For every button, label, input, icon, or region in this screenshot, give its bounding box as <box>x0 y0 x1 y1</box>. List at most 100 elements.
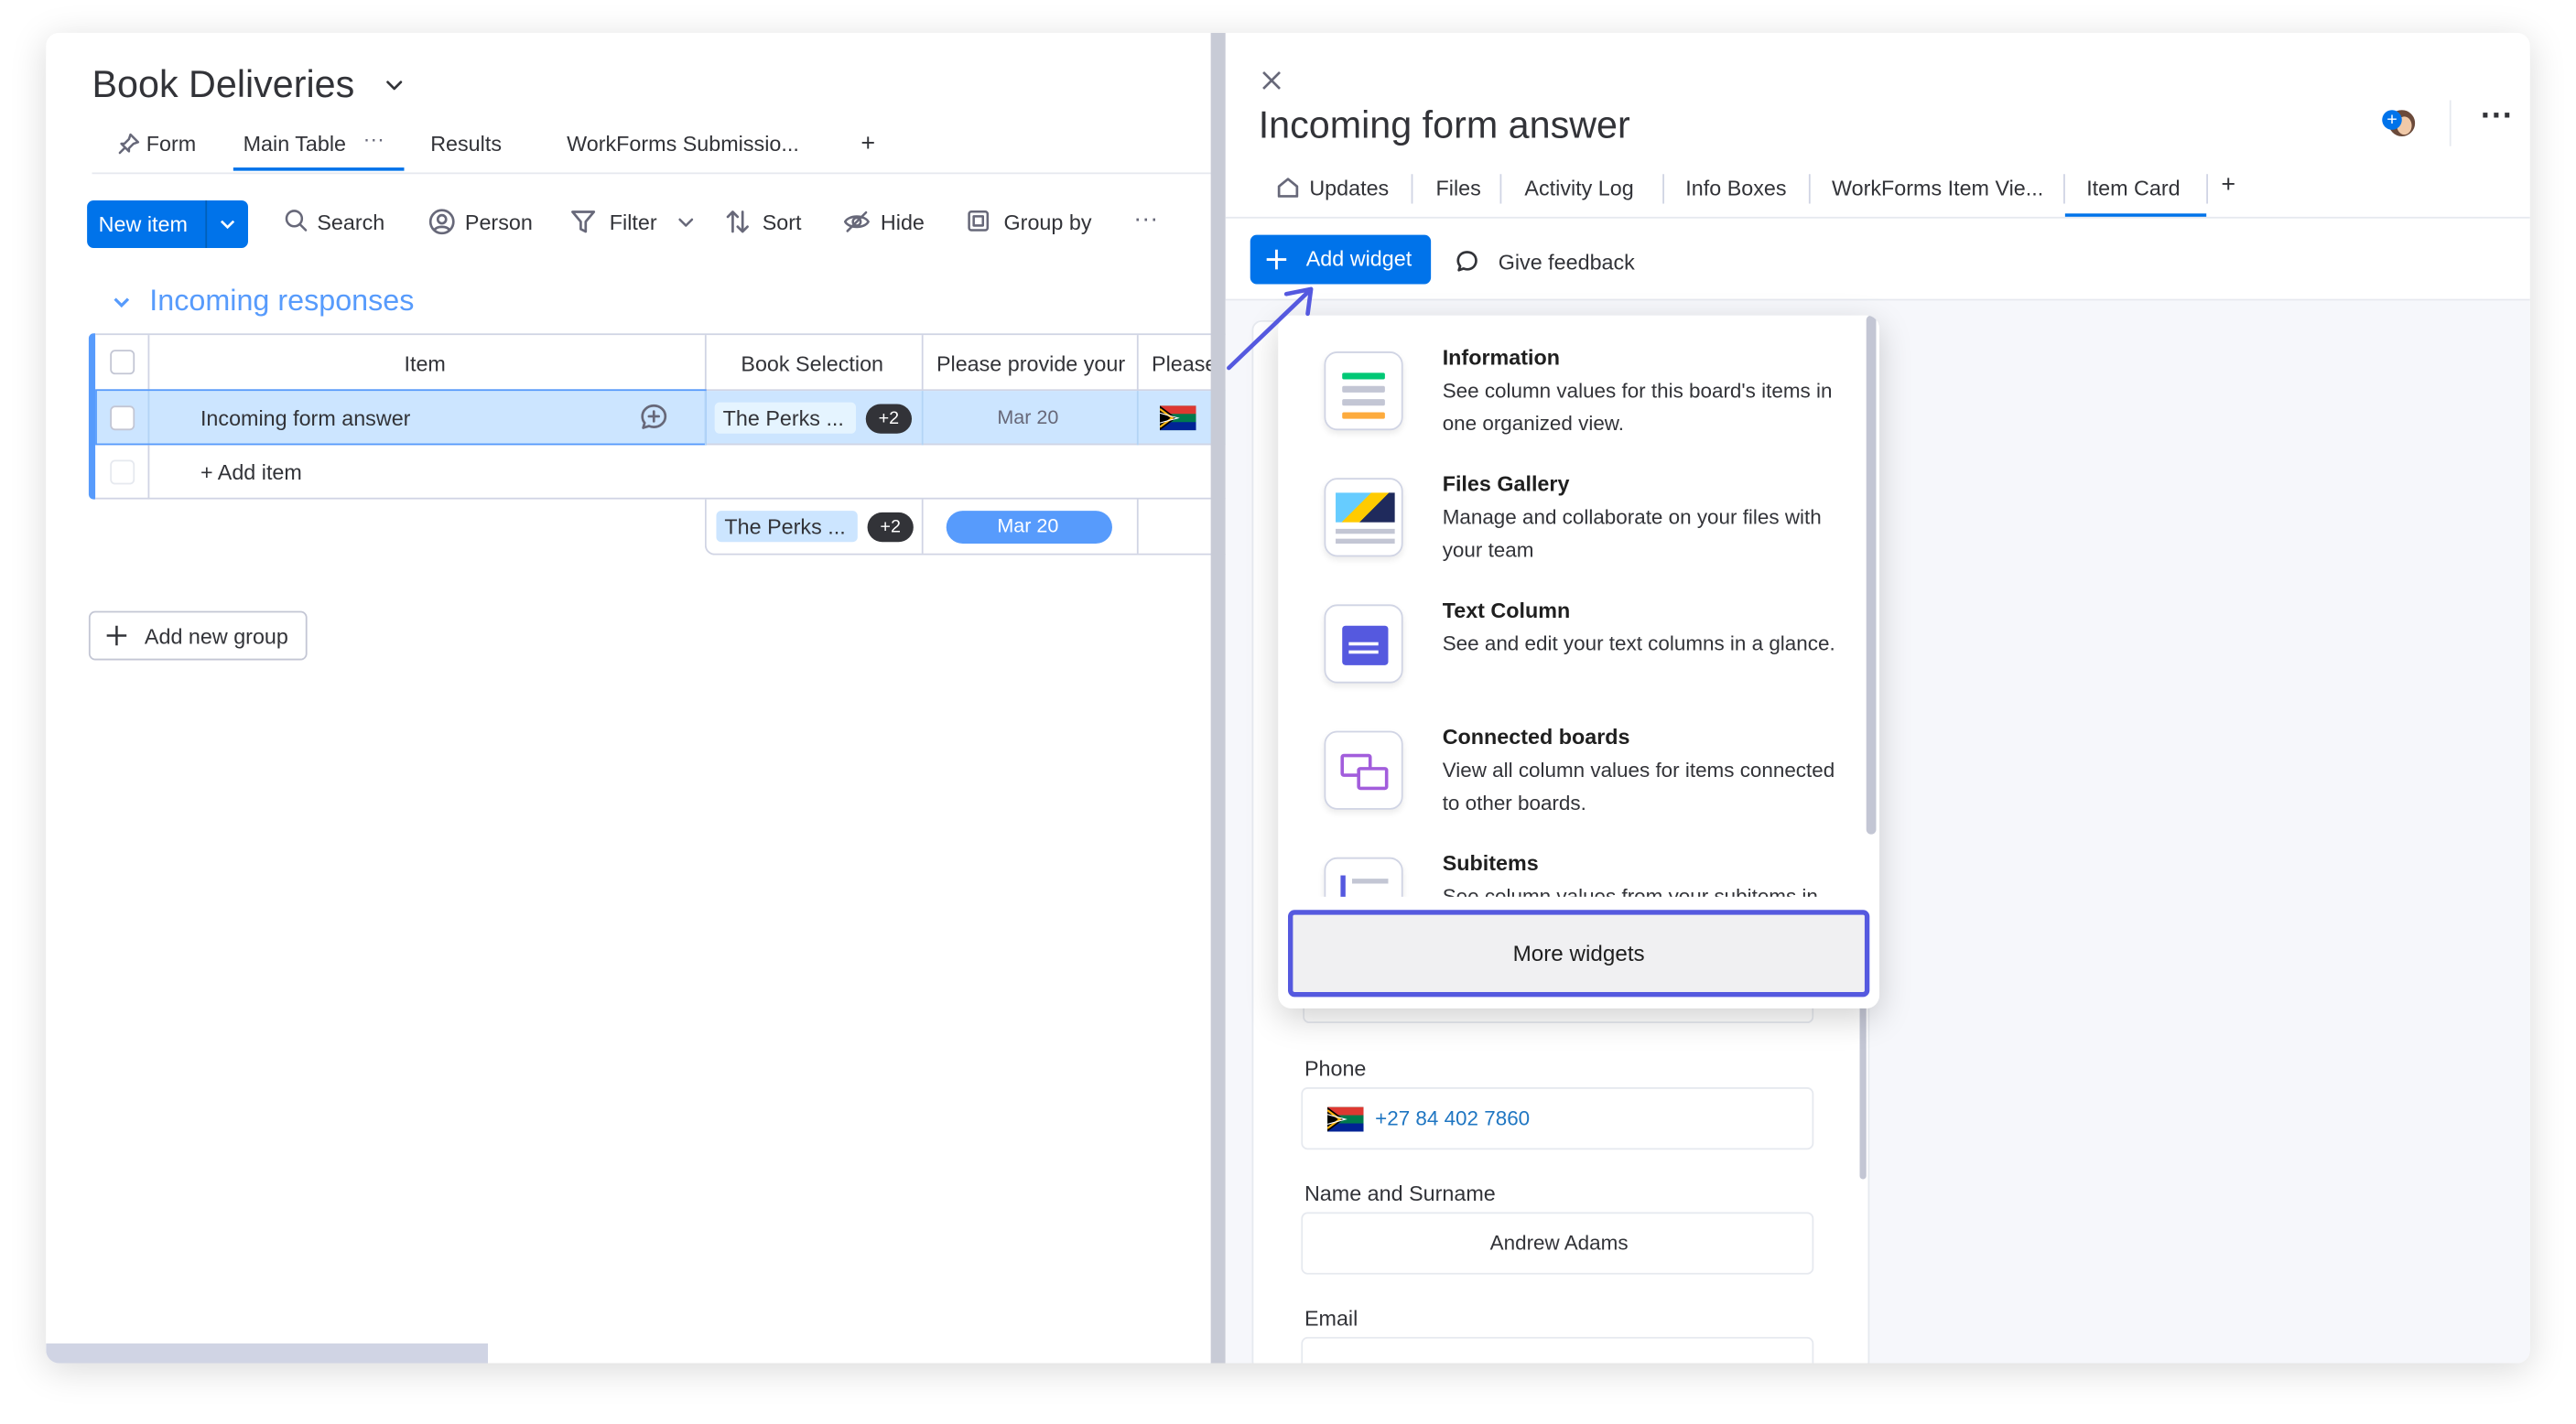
subscribe-plus-icon[interactable]: + <box>2382 110 2402 130</box>
widget-item-subitems[interactable]: Subitems See column values from your sub… <box>1278 841 1866 897</box>
col-divider <box>1136 499 1139 554</box>
add-new-group-button[interactable]: Add new group <box>88 610 308 661</box>
search-icon[interactable] <box>284 209 308 233</box>
more-actions-button[interactable]: ··· <box>1133 205 1158 233</box>
name-field[interactable]: Andrew Adams <box>1301 1212 1814 1275</box>
phone-value[interactable]: +27 84 402 7860 <box>1375 1107 1530 1130</box>
tab-separator <box>1662 174 1664 204</box>
widget-item-files-gallery[interactable]: Files Gallery Manage and collaborate on … <box>1278 461 1866 583</box>
email-field[interactable] <box>1301 1336 1814 1364</box>
widget-item-connected-boards[interactable]: Connected boards View all column values … <box>1278 715 1866 836</box>
widget-item-text-column[interactable]: Text Column See and edit your text colum… <box>1278 588 1866 709</box>
tab-workforms-item-view[interactable]: WorkForms Item Vie... <box>1832 176 2043 200</box>
add-tab-button[interactable]: + <box>2221 171 2235 200</box>
tab-separator <box>1411 174 1413 204</box>
tab-separator <box>2206 174 2208 204</box>
south-africa-flag-icon <box>1160 405 1196 431</box>
chevron-down-icon[interactable] <box>676 212 697 233</box>
hide-icon[interactable] <box>843 209 871 235</box>
add-widget-button[interactable]: Add widget <box>1250 234 1432 285</box>
add-item-button[interactable]: + Add item <box>200 459 302 484</box>
close-icon[interactable] <box>1260 69 1283 92</box>
dropdown-scrollbar[interactable] <box>1866 315 1877 835</box>
panel-menu-divider <box>2449 100 2452 146</box>
summary-book-extra-badge[interactable]: +2 <box>867 512 914 543</box>
app-window: Book Deliveries Form Main Table ··· Resu… <box>46 32 2530 1364</box>
book-selection-value: The Perks ... <box>722 405 844 431</box>
tab-form[interactable]: Form <box>146 132 196 156</box>
widget-desc: See and edit your text columns in a glan… <box>1442 631 1835 656</box>
search-button[interactable]: Search <box>317 210 384 235</box>
new-item-button[interactable]: New item <box>87 200 248 248</box>
pane-divider[interactable] <box>1210 32 1226 1364</box>
group-by-icon[interactable] <box>966 209 990 233</box>
sort-button[interactable]: Sort <box>763 210 802 235</box>
summary-book: The Perks ... <box>724 513 846 539</box>
tab-activity-log[interactable]: Activity Log <box>1524 176 1633 200</box>
group-title[interactable]: Incoming responses <box>149 284 414 318</box>
filter-button[interactable]: Filter <box>610 210 657 235</box>
widget-item-information[interactable]: Information See column values for this b… <box>1278 335 1866 457</box>
plus-icon <box>1265 248 1288 271</box>
person-button[interactable]: Person <box>465 210 533 235</box>
panel-more-icon[interactable]: ··· <box>2481 99 2514 136</box>
chevron-down-icon[interactable] <box>217 213 238 234</box>
more-widgets-button[interactable]: More widgets <box>1287 910 1870 998</box>
south-africa-flag-icon <box>1327 1106 1364 1132</box>
board-title[interactable]: Book Deliveries <box>92 62 354 106</box>
summary-date: Mar 20 <box>997 513 1059 537</box>
add-update-icon[interactable] <box>639 403 668 432</box>
widget-desc: View all column values for items connect… <box>1442 759 1835 815</box>
item-panel-title[interactable]: Incoming form answer <box>1259 103 1630 147</box>
column-header-book[interactable]: Book Selection <box>741 351 883 376</box>
chevron-down-icon[interactable] <box>110 291 133 314</box>
widgets-list: Information See column values for this b… <box>1278 316 1879 897</box>
group-by-button[interactable]: Group by <box>1004 210 1092 235</box>
text-doc-line <box>1348 650 1379 654</box>
name-value: Andrew Adams <box>1489 1231 1629 1256</box>
tab-more-icon[interactable]: ··· <box>363 126 384 151</box>
add-item-row[interactable]: + Add item <box>95 445 1229 500</box>
column-header-please[interactable]: Please <box>1152 351 1217 376</box>
info-bar-orange <box>1342 412 1385 419</box>
date-value[interactable]: Mar 20 <box>997 405 1058 428</box>
widget-desc: See column values from your subitems in <box>1442 885 1818 897</box>
feedback-icon[interactable] <box>1456 250 1478 273</box>
annotation-arrow <box>1227 286 1314 371</box>
hide-button[interactable]: Hide <box>881 210 925 235</box>
tab-item-card[interactable]: Item Card <box>2086 176 2180 200</box>
gallery-line <box>1336 528 1395 534</box>
subitems-icon <box>1324 857 1403 897</box>
book-extra-badge[interactable]: +2 <box>865 404 913 434</box>
person-icon[interactable] <box>428 209 455 235</box>
gallery-line <box>1336 538 1395 545</box>
column-header-provide[interactable]: Please provide your <box>936 351 1125 376</box>
chevron-down-icon[interactable] <box>383 74 406 97</box>
select-all-checkbox[interactable] <box>110 350 135 375</box>
col-divider <box>1136 391 1139 446</box>
table-header-row: Item Book Selection Please provide your … <box>95 333 1229 392</box>
gallery-image <box>1336 492 1395 523</box>
tab-main-table[interactable]: Main Table <box>244 132 346 156</box>
tab-results[interactable]: Results <box>430 132 502 156</box>
board-pane: Book Deliveries Form Main Table ··· Resu… <box>46 32 1231 1364</box>
new-item-divider <box>205 200 208 248</box>
item-name[interactable]: Incoming form answer <box>200 405 411 430</box>
phone-field[interactable]: +27 84 402 7860 <box>1301 1087 1814 1150</box>
tab-updates[interactable]: Updates <box>1309 176 1389 200</box>
add-view-button[interactable]: + <box>860 130 875 158</box>
col-divider <box>1136 335 1139 392</box>
column-header-item[interactable]: Item <box>404 351 445 376</box>
group-color-bar <box>88 333 96 500</box>
horizontal-scrollbar[interactable] <box>46 1343 489 1364</box>
table-row[interactable]: Incoming form answer The Perks ... +2 Ma… <box>95 389 1229 446</box>
tab-info-boxes[interactable]: Info Boxes <box>1685 176 1786 200</box>
plus-icon <box>105 624 128 647</box>
sort-icon[interactable] <box>724 209 751 235</box>
tab-workforms[interactable]: WorkForms Submissio... <box>567 132 799 156</box>
email-value-partial <box>1493 1358 1625 1363</box>
tab-files[interactable]: Files <box>1436 176 1481 200</box>
give-feedback-button[interactable]: Give feedback <box>1499 250 1635 275</box>
filter-icon[interactable] <box>570 209 597 235</box>
widget-title: Connected boards <box>1442 724 1630 750</box>
